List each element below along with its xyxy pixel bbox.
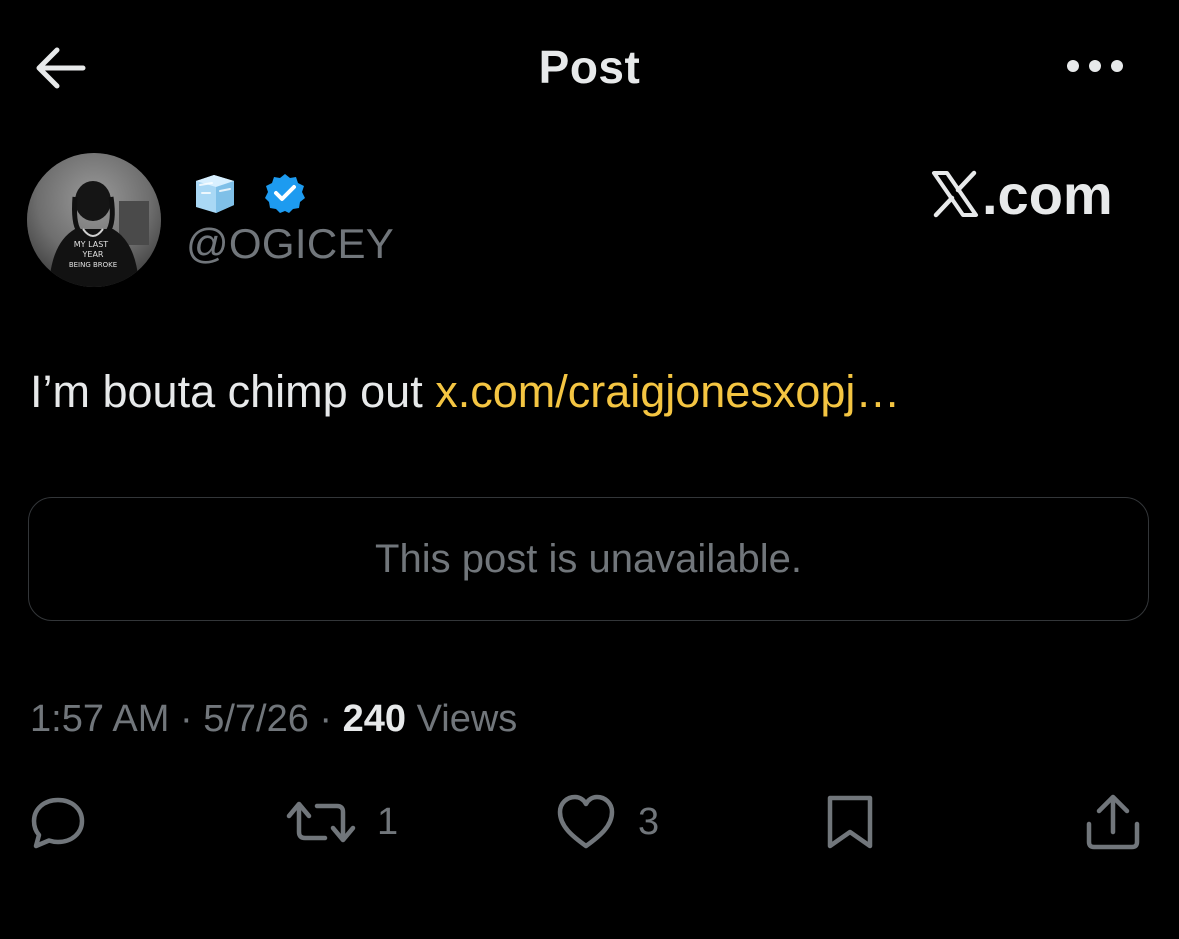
post-body: I’m bouta chimp out x.com/craigjonesxopj… bbox=[30, 366, 900, 418]
bookmark-icon bbox=[827, 795, 873, 849]
reply-button[interactable] bbox=[28, 790, 88, 854]
more-button[interactable] bbox=[1060, 44, 1130, 88]
top-bar: Post bbox=[0, 0, 1179, 134]
verified-badge-icon bbox=[265, 174, 305, 213]
bookmark-button[interactable] bbox=[820, 790, 880, 854]
post-link[interactable]: x.com/craigjonesxopj… bbox=[435, 366, 900, 417]
author-name-row[interactable] bbox=[190, 168, 306, 218]
post-meta: 1:57 AM · 5/7/26 · 240 Views bbox=[30, 698, 517, 741]
views-label: Views bbox=[406, 698, 518, 740]
author-handle[interactable]: @OGICEY bbox=[186, 220, 394, 268]
share-button[interactable] bbox=[1082, 790, 1144, 854]
avatar-photo: MY LAST YEAR BEING BROKE bbox=[27, 153, 161, 287]
quoted-post-unavailable-text: This post is unavailable. bbox=[375, 536, 802, 581]
watermark-text: .com bbox=[982, 162, 1113, 226]
page-title: Post bbox=[538, 41, 641, 93]
like-count: 3 bbox=[638, 800, 660, 843]
ice-cube-emoji bbox=[196, 175, 234, 213]
repost-count: 1 bbox=[377, 800, 399, 843]
avatar-shirt-text-1: MY LAST bbox=[74, 240, 109, 249]
post-time: 1:57 AM bbox=[30, 698, 170, 740]
meta-separator: · bbox=[169, 698, 204, 740]
like-button[interactable]: 3 bbox=[554, 790, 659, 854]
heart-icon bbox=[557, 794, 615, 849]
reply-icon bbox=[31, 797, 85, 849]
avatar-shirt-text-3: BEING BROKE bbox=[69, 261, 117, 269]
x-com-watermark: .com bbox=[930, 162, 1130, 226]
repost-icon bbox=[286, 801, 356, 843]
post-text: I’m bouta chimp out bbox=[30, 366, 436, 417]
x-logo-icon bbox=[932, 170, 978, 218]
post-date: 5/7/26 bbox=[203, 698, 309, 740]
share-icon bbox=[1086, 794, 1140, 850]
avatar-shirt-text-2: YEAR bbox=[82, 250, 104, 259]
avatar[interactable]: MY LAST YEAR BEING BROKE bbox=[27, 153, 161, 287]
quoted-post-card[interactable]: This post is unavailable. bbox=[28, 497, 1149, 621]
meta-separator: · bbox=[308, 698, 343, 740]
repost-button[interactable]: 1 bbox=[285, 790, 398, 854]
views-count[interactable]: 240 bbox=[343, 698, 406, 740]
more-horizontal-icon bbox=[1067, 60, 1123, 72]
